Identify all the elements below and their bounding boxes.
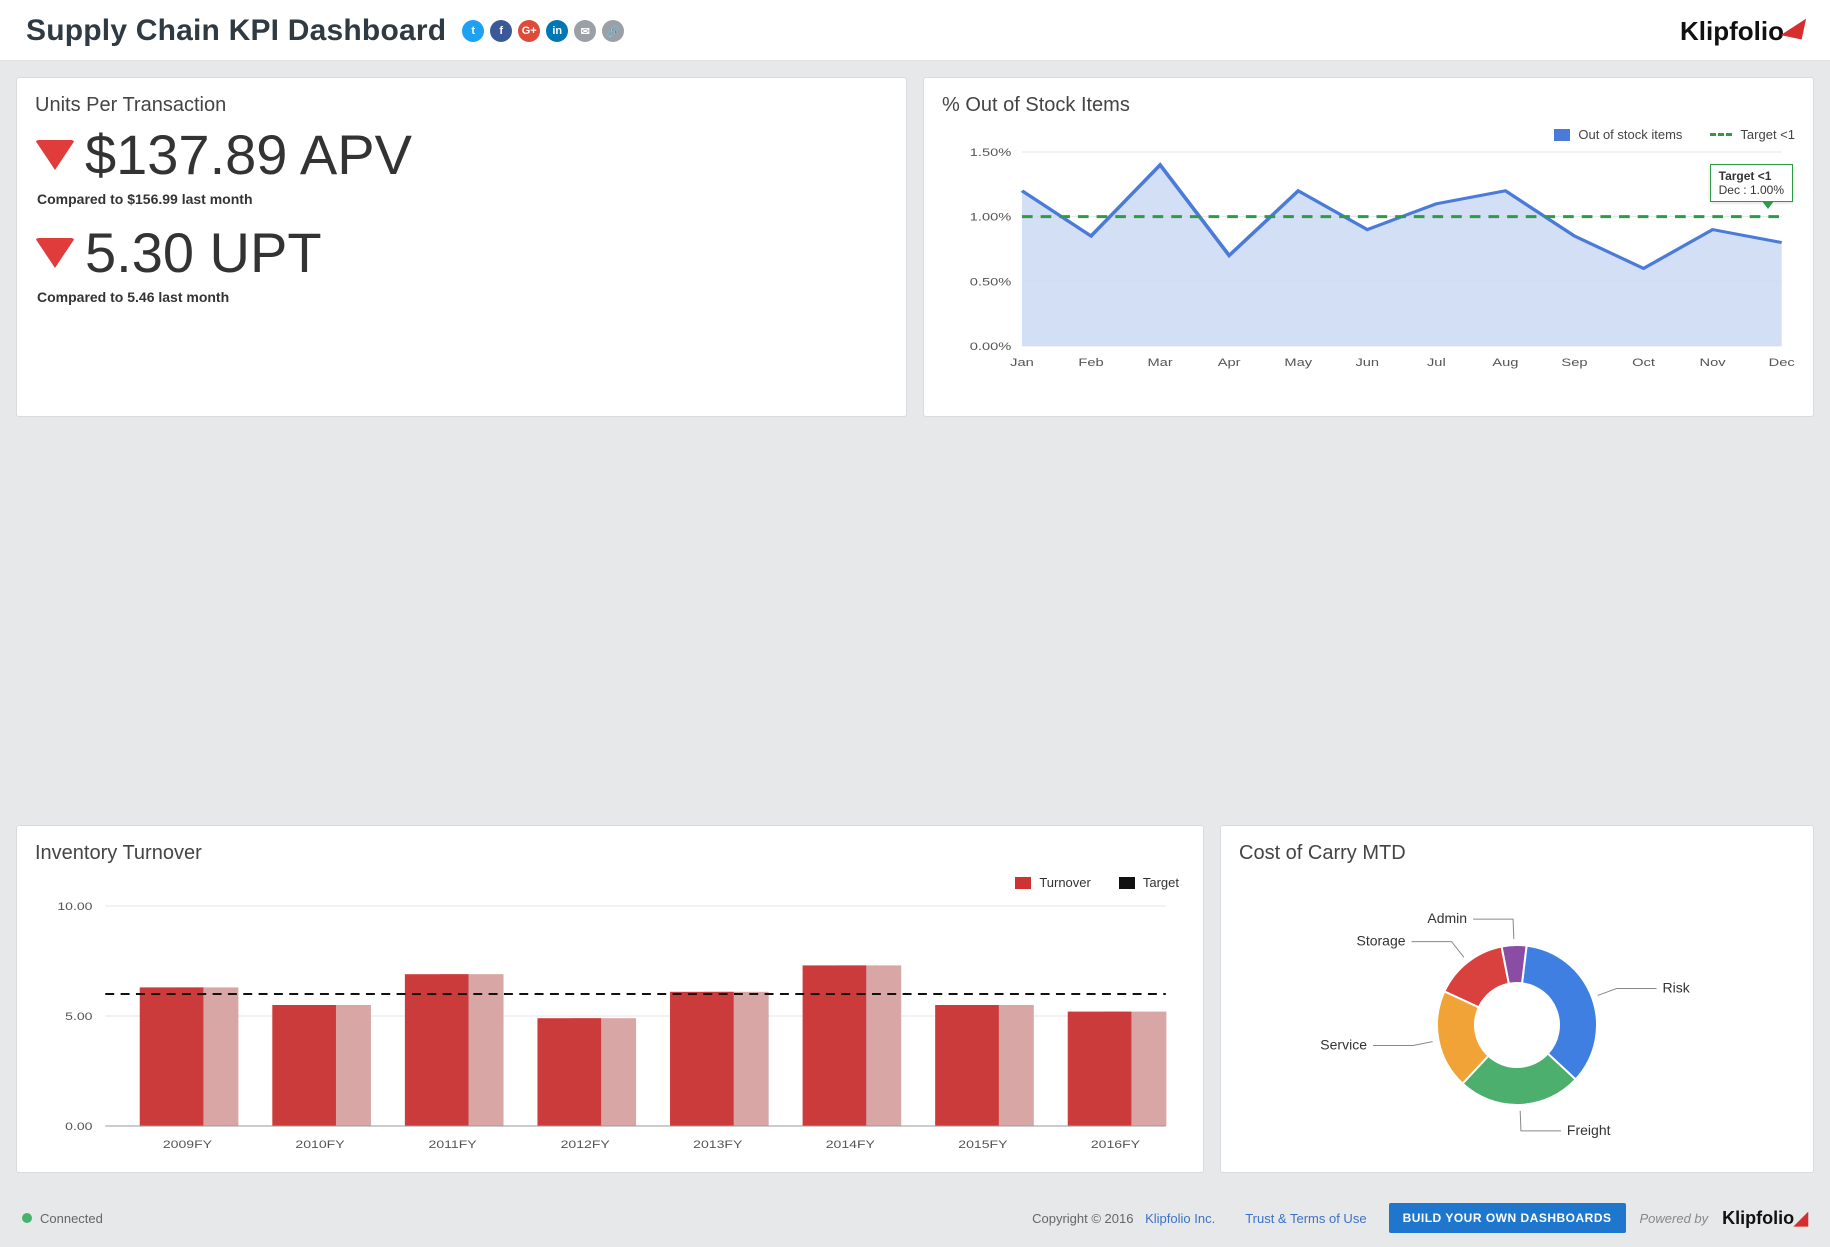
terms-link[interactable]: Trust & Terms of Use	[1245, 1211, 1366, 1226]
svg-text:Jun: Jun	[1355, 356, 1379, 369]
svg-text:0.00: 0.00	[65, 1120, 92, 1132]
svg-text:10.00: 10.00	[57, 900, 92, 912]
card-inventory-turnover: Inventory Turnover Turnover Target 0.00 5…	[16, 825, 1204, 1173]
email-icon[interactable]: ✉	[574, 20, 596, 42]
svg-text:Service: Service	[1320, 1036, 1367, 1052]
apv-compare: Compared to $156.99 last month	[37, 191, 888, 207]
inventory-bar-chart[interactable]: 0.00 5.00 10.00 2009FY 2010FY 2011FY 2012FY 201…	[35, 896, 1185, 1156]
svg-text:2011FY: 2011FY	[429, 1138, 478, 1150]
svg-text:2016FY: 2016FY	[1091, 1138, 1141, 1150]
card-title: Units Per Transaction	[35, 94, 888, 117]
facebook-icon[interactable]: f	[490, 20, 512, 42]
card-title: Cost of Carry MTD	[1239, 842, 1795, 865]
link-icon[interactable]: 🔗	[602, 20, 624, 42]
svg-text:2012FY: 2012FY	[561, 1138, 611, 1150]
legend-swatch-icon	[1015, 877, 1031, 889]
build-dashboards-button[interactable]: BUILD YOUR OWN DASHBOARDS	[1389, 1203, 1626, 1233]
brand-logo: Klipfolio◢	[1680, 16, 1804, 47]
company-link[interactable]: Klipfolio Inc.	[1145, 1211, 1215, 1226]
svg-text:Admin: Admin	[1427, 910, 1467, 926]
svg-text:Oct: Oct	[1632, 356, 1655, 369]
legend-dash-icon	[1710, 133, 1732, 136]
svg-text:Risk: Risk	[1663, 980, 1691, 996]
svg-text:2013FY: 2013FY	[693, 1138, 743, 1150]
legend-series: Out of stock items	[1578, 127, 1682, 142]
svg-text:Jan: Jan	[1010, 356, 1034, 369]
svg-text:2015FY: 2015FY	[958, 1138, 1008, 1150]
chart-tooltip: Target <1 Dec : 1.00%	[1710, 164, 1793, 202]
svg-text:Storage: Storage	[1357, 933, 1406, 949]
footer-bar: Connected Copyright © 2016 Klipfolio Inc…	[0, 1189, 1830, 1247]
legend-series: Turnover	[1039, 875, 1091, 890]
legend: Turnover Target	[35, 875, 1179, 890]
twitter-icon[interactable]: t	[462, 20, 484, 42]
svg-text:0.00%: 0.00%	[970, 340, 1012, 353]
svg-text:May: May	[1284, 356, 1312, 369]
card-title: % Out of Stock Items	[942, 94, 1795, 117]
share-icons: t f G+ in ✉ 🔗	[462, 20, 624, 42]
oos-line-chart[interactable]: 0.00% 0.50% 1.00% 1.50% Jan Feb Mar Apr May Jun Ju…	[942, 142, 1795, 372]
apv-value: $137.89 APV	[85, 127, 412, 183]
upt-value: 5.30 UPT	[85, 225, 322, 281]
powered-by-text: Powered by	[1640, 1211, 1709, 1226]
svg-text:Dec: Dec	[1769, 356, 1795, 369]
svg-text:Feb: Feb	[1078, 356, 1103, 369]
linkedin-icon[interactable]: in	[546, 20, 568, 42]
svg-text:Nov: Nov	[1700, 356, 1727, 369]
card-units-per-transaction: Units Per Transaction $137.89 APV Compar…	[16, 77, 907, 417]
status-text: Connected	[40, 1211, 103, 1226]
legend-target: Target	[1143, 875, 1179, 890]
svg-text:Mar: Mar	[1147, 356, 1173, 369]
legend-swatch-icon	[1554, 129, 1570, 141]
copyright-text: Copyright © 2016 Klipfolio Inc.	[1032, 1211, 1223, 1226]
header-bar: Supply Chain KPI Dashboard t f G+ in ✉ 🔗…	[0, 0, 1830, 61]
svg-text:2014FY: 2014FY	[826, 1138, 876, 1150]
card-out-of-stock: % Out of Stock Items Out of stock items …	[923, 77, 1814, 417]
upt-compare: Compared to 5.46 last month	[37, 289, 888, 305]
trend-down-icon	[35, 238, 75, 268]
svg-text:Aug: Aug	[1492, 356, 1518, 369]
legend: Out of stock items Target <1	[942, 127, 1795, 142]
legend-swatch-icon	[1119, 877, 1135, 889]
svg-text:2009FY: 2009FY	[163, 1138, 213, 1150]
svg-text:5.00: 5.00	[65, 1010, 92, 1022]
svg-text:Jul: Jul	[1427, 356, 1446, 369]
card-cost-of-carry: Cost of Carry MTD Risk Freight Service Stor…	[1220, 825, 1814, 1173]
cost-of-carry-donut-chart[interactable]: Risk Freight Service Storage Admin	[1239, 875, 1795, 1155]
svg-text:1.50%: 1.50%	[970, 146, 1012, 159]
card-title: Inventory Turnover	[35, 842, 1185, 865]
trend-down-icon	[35, 140, 75, 170]
svg-text:2010FY: 2010FY	[295, 1138, 345, 1150]
svg-text:1.00%: 1.00%	[970, 210, 1012, 223]
page-title: Supply Chain KPI Dashboard	[26, 14, 446, 48]
svg-text:Sep: Sep	[1561, 356, 1587, 369]
svg-text:0.50%: 0.50%	[970, 275, 1012, 288]
googleplus-icon[interactable]: G+	[518, 20, 540, 42]
legend-target: Target <1	[1740, 127, 1795, 142]
svg-text:Apr: Apr	[1218, 356, 1242, 369]
brand-logo-small: Klipfolio◢	[1722, 1208, 1808, 1229]
svg-text:Freight: Freight	[1567, 1122, 1611, 1138]
status-dot-icon	[22, 1213, 32, 1223]
